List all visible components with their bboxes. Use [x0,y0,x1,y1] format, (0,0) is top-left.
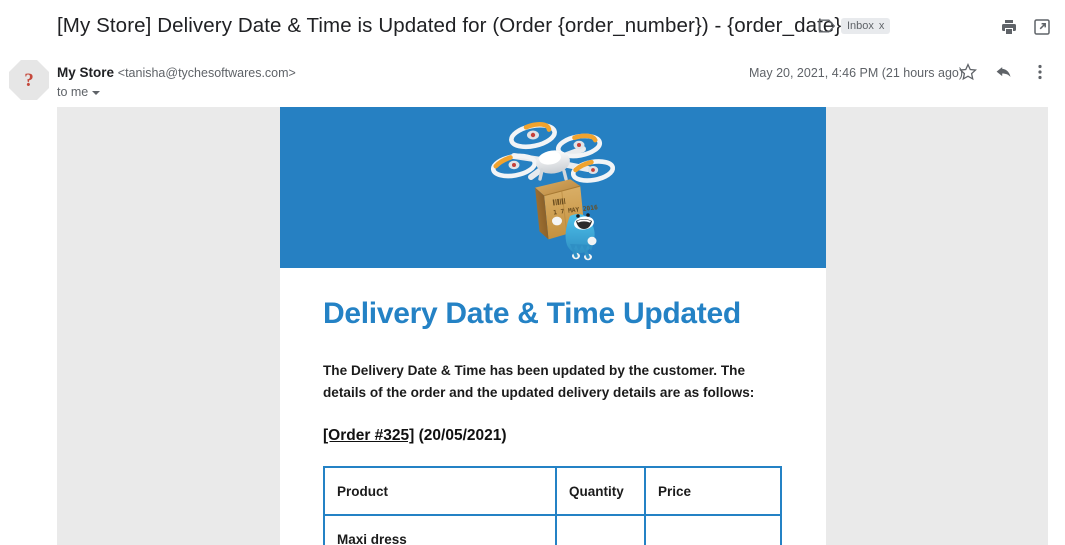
order-items-table: Product Quantity Price Maxi dress [323,466,782,545]
print-icon[interactable] [999,17,1019,37]
order-reference-line: [Order #325] (20/05/2021) [323,426,783,446]
inbox-label-text: Inbox [847,20,874,32]
message-timestamp: May 20, 2021, 4:46 PM (21 hours ago) [749,66,964,80]
label-tag-icon [818,18,836,34]
cell-product: Maxi dress [323,514,557,545]
chevron-down-icon[interactable] [92,91,101,95]
cell-price [644,514,782,545]
column-header-price: Price [644,466,782,516]
email-text-content: Delivery Date & Time Updated The Deliver… [280,268,826,545]
avatar-shape: ? [9,60,49,100]
email-banner: 1 7 MAY 2016 [280,107,826,268]
remove-label-icon[interactable]: x [879,18,885,34]
email-heading: Delivery Date & Time Updated [323,297,741,330]
avatar-question-mark-icon: ? [24,69,34,91]
inbox-label-chip[interactable]: Inbox x [841,18,891,34]
more-options-icon[interactable] [1031,62,1049,82]
email-intro-paragraph: The Delivery Date & Time has been update… [323,363,755,400]
sender-info: My Store <tanisha@tychesoftwares.com> [57,64,296,82]
table-header-row: Product Quantity Price [323,466,782,516]
page-title: [My Store] Delivery Date & Time is Updat… [57,14,842,37]
reply-icon[interactable] [994,62,1014,82]
cell-quantity [555,514,646,545]
email-subject-row: [My Store] Delivery Date & Time is Updat… [0,0,1065,52]
recipient-row[interactable]: to me [57,83,101,101]
avatar: ? [9,60,49,100]
order-link[interactable]: [Order #325] [323,427,414,444]
open-in-new-window-icon[interactable] [1032,17,1052,37]
column-header-product: Product [323,466,557,516]
column-header-quantity: Quantity [555,466,646,516]
email-content-card: 1 7 MAY 2016 Delivery Date & Time Update… [280,107,826,545]
table-row: Maxi dress [323,514,782,545]
order-date: (20/05/2021) [418,427,507,444]
recipient-label: to me [57,85,89,99]
star-icon[interactable] [958,62,978,82]
sender-name[interactable]: My Store [57,65,114,80]
drone-delivery-illustration: 1 7 MAY 2016 [490,121,616,261]
sender-email[interactable]: <tanisha@tychesoftwares.com> [118,66,296,80]
